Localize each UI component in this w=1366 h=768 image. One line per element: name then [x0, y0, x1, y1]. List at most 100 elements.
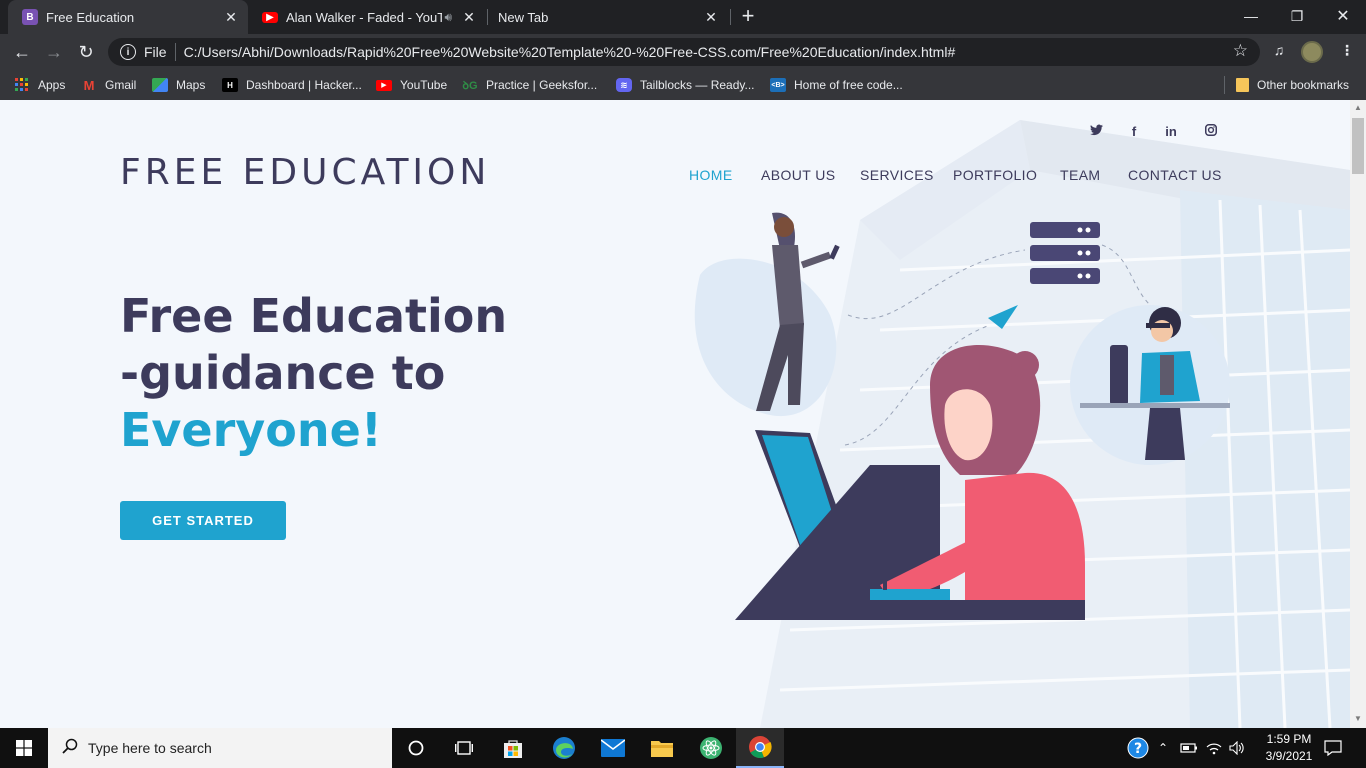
instagram-icon[interactable]	[1201, 124, 1221, 144]
file-explorer-icon[interactable]	[638, 728, 686, 768]
nav-contact-us[interactable]: CONTACT US	[1128, 167, 1222, 183]
show-hidden-icons-icon[interactable]: ⌃	[1158, 728, 1168, 768]
clock-date: 3/9/2021	[1265, 749, 1313, 763]
bookmark-hackerrank[interactable]: H Dashboard | Hacker...	[222, 76, 362, 94]
windows-taskbar: Type here to search ? ⌃ 1:59 PM 3/9/2021	[0, 728, 1366, 768]
notifications-icon[interactable]	[1324, 728, 1342, 768]
bookmark-gmail[interactable]: M Gmail	[81, 76, 137, 94]
linkedin-icon[interactable]: in	[1161, 124, 1181, 144]
tab-new-tab[interactable]: New Tab ✕	[488, 0, 728, 34]
bookmarks-bar: Apps M Gmail Maps H Dashboard | Hacker..…	[0, 70, 1366, 100]
clock-time: 1:59 PM	[1266, 732, 1312, 746]
volume-icon[interactable]	[1229, 728, 1245, 768]
hero-title: Free Education -guidance to Everyone!	[120, 288, 507, 459]
bookmark-label: Dashboard | Hacker...	[246, 78, 362, 92]
info-icon[interactable]: i	[120, 44, 136, 60]
address-bar[interactable]: i File C:/Users/Abhi/Downloads/Rapid%20F…	[108, 38, 1260, 66]
maps-icon	[152, 78, 168, 92]
scroll-thumb[interactable]	[1352, 118, 1364, 174]
facebook-icon[interactable]: f	[1124, 124, 1144, 144]
bookmark-label: Tailblocks — Ready...	[640, 78, 755, 92]
bookmark-youtube[interactable]: ▶ YouTube	[376, 76, 447, 94]
bookmark-geeksforgeeks[interactable]: ꝺG Practice | Geeksfor...	[462, 76, 597, 94]
browser-toolbar: ← → ↻ i File C:/Users/Abhi/Downloads/Rap…	[0, 34, 1366, 70]
scheme-label: File	[144, 44, 167, 60]
apps-grid-icon	[14, 78, 30, 92]
scroll-down-icon[interactable]: ▼	[1353, 714, 1363, 724]
tab-title: Alan Walker - Faded - YouTube	[286, 9, 443, 25]
bookmark-label: Other bookmarks	[1257, 78, 1350, 92]
search-placeholder: Type here to search	[88, 740, 212, 756]
restore-icon[interactable]: ❐	[1274, 0, 1320, 32]
page-scrollbar[interactable]: ▲ ▼	[1350, 100, 1366, 728]
bookmark-label: Gmail	[105, 78, 137, 92]
svg-text:?: ?	[1134, 741, 1142, 757]
bookmark-maps[interactable]: Maps	[152, 76, 205, 94]
taskbar-search[interactable]: Type here to search	[48, 728, 392, 768]
tab-divider	[730, 9, 731, 25]
help-icon[interactable]: ?	[1127, 728, 1149, 768]
bookmark-freecodecamp[interactable]: <B> Home of free code...	[770, 76, 903, 94]
tab-strip: B Free Education ✕ ▶ Alan Walker - Faded…	[0, 0, 1366, 34]
twitter-icon[interactable]	[1086, 124, 1106, 144]
profile-avatar[interactable]	[1301, 41, 1323, 63]
battery-icon[interactable]	[1180, 728, 1198, 768]
tab-title: New Tab	[498, 9, 549, 25]
bookmark-apps[interactable]: Apps	[14, 76, 65, 94]
bootstrap-icon: B	[22, 9, 38, 25]
bookmark-label: Maps	[176, 78, 206, 92]
bookmark-label: Home of free code...	[794, 78, 903, 92]
reload-icon[interactable]: ↻	[72, 38, 100, 66]
nav-services[interactable]: SERVICES	[860, 167, 934, 183]
bookmark-label: Apps	[38, 78, 66, 92]
tab-free-education[interactable]: B Free Education ✕	[8, 0, 248, 34]
taskbar-clock[interactable]: 1:59 PM 3/9/2021	[1256, 731, 1322, 765]
scroll-up-icon[interactable]: ▲	[1353, 103, 1363, 113]
gmail-icon: M	[83, 77, 95, 93]
tab-alan-walker[interactable]: ▶ Alan Walker - Faded - YouTube 🔊︎ ✕	[248, 0, 486, 34]
edge-icon[interactable]	[540, 728, 588, 768]
forward-icon[interactable]: →	[40, 38, 68, 66]
chrome-icon[interactable]	[736, 728, 784, 768]
bookmark-tailblocks[interactable]: ≋ Tailblocks — Ready...	[616, 76, 755, 94]
new-tab-icon[interactable]: +	[736, 5, 760, 29]
nav-team[interactable]: TEAM	[1060, 167, 1101, 183]
hero-line-2: -guidance to	[120, 346, 446, 400]
site-logo[interactable]: FREE EDUCATION	[120, 152, 490, 193]
bookmark-label: YouTube	[400, 78, 448, 92]
nav-about-us[interactable]: ABOUT US	[761, 167, 836, 183]
omnibox-divider	[174, 43, 176, 61]
tailblocks-icon: ≋	[616, 78, 632, 92]
windows-start-icon[interactable]	[0, 728, 48, 768]
task-view-icon[interactable]	[440, 728, 488, 768]
nav-home[interactable]: HOME	[689, 167, 733, 183]
media-control-icon[interactable]: ♫	[1268, 42, 1290, 64]
microsoft-store-icon[interactable]	[489, 728, 537, 768]
menu-icon[interactable]: ⋮	[1336, 42, 1358, 64]
geeksforgeeks-icon: ꝺG	[462, 79, 478, 92]
close-window-icon[interactable]: ✕	[1320, 0, 1366, 32]
close-tab-icon[interactable]: ✕	[702, 8, 720, 26]
tab-title: Free Education	[46, 9, 135, 25]
atom-icon[interactable]	[687, 728, 735, 768]
close-tab-icon[interactable]: ✕	[460, 8, 478, 26]
get-started-button[interactable]: GET STARTED	[120, 501, 286, 540]
cortana-icon[interactable]	[392, 728, 440, 768]
speaker-icon[interactable]: 🔊︎	[444, 10, 452, 25]
close-tab-icon[interactable]: ✕	[222, 8, 240, 26]
hero-line-3: Everyone!	[120, 403, 382, 457]
bookmarks-divider	[1224, 76, 1225, 94]
mail-icon[interactable]	[589, 728, 637, 768]
minimize-icon[interactable]: —	[1228, 0, 1274, 32]
back-icon[interactable]: ←	[8, 38, 36, 66]
freecodecamp-icon: <B>	[770, 78, 786, 92]
nav-portfolio[interactable]: PORTFOLIO	[953, 167, 1037, 183]
folder-icon	[1236, 78, 1249, 92]
hero-illustration	[694, 212, 1230, 620]
bookmark-other[interactable]: Other bookmarks	[1236, 76, 1349, 94]
wifi-icon[interactable]	[1206, 728, 1222, 768]
url-text[interactable]: C:/Users/Abhi/Downloads/Rapid%20Free%20W…	[184, 44, 956, 60]
bookmark-label: Practice | Geeksfor...	[486, 78, 598, 92]
hackerrank-icon: H	[222, 78, 238, 92]
bookmark-star-icon[interactable]: ☆	[1233, 41, 1248, 61]
